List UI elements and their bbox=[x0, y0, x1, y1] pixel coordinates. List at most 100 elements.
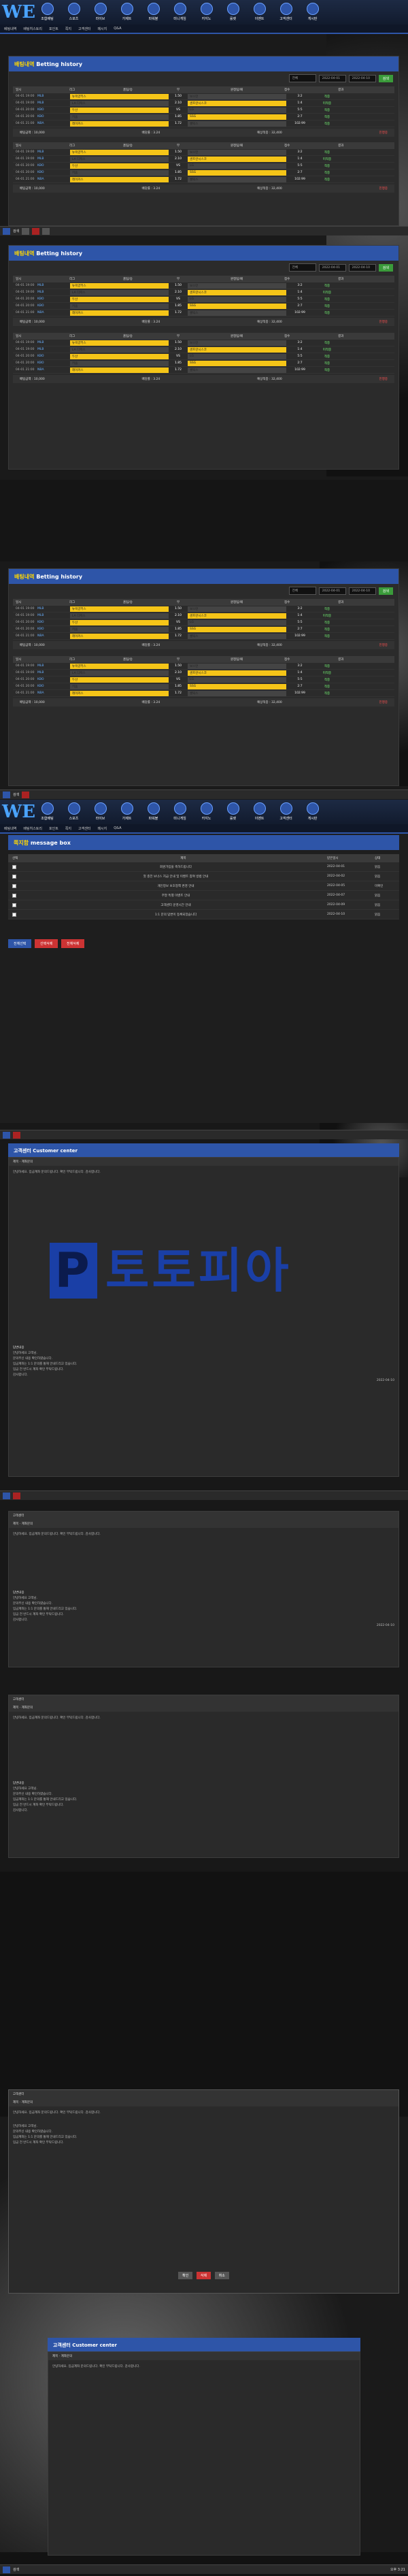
bet-cell-away[interactable]: 샌프란시스코 bbox=[188, 670, 286, 676]
folder-icon[interactable] bbox=[42, 227, 50, 235]
nav-item[interactable]: 룰렛 bbox=[220, 801, 246, 821]
bet-cell-away[interactable]: 샌프란시스코 bbox=[188, 100, 286, 106]
bet-cell-home[interactable]: 뉴욕양키스 bbox=[70, 93, 169, 99]
bet-cell-away[interactable]: SSG bbox=[188, 626, 286, 632]
message-checkbox[interactable] bbox=[12, 864, 16, 869]
bet-cell-home[interactable]: LA 다저스 bbox=[70, 346, 169, 353]
nav-item[interactable]: 카지노 bbox=[193, 801, 220, 821]
windows-icon[interactable] bbox=[3, 791, 10, 798]
message-subject[interactable]: 회원가입을 축하드립니다 bbox=[24, 865, 327, 869]
bet-cell-home[interactable]: 뉴욕양키스 bbox=[70, 606, 169, 612]
nav-item[interactable]: 조합배팅 bbox=[34, 801, 61, 821]
bet-cell-away[interactable]: SSG bbox=[188, 360, 286, 366]
bet-cell-away[interactable]: 셀틱스 bbox=[188, 633, 286, 639]
sub-nav-link[interactable]: 배팅히스토리 bbox=[23, 27, 42, 31]
browser-icon[interactable] bbox=[13, 1131, 20, 1139]
bet-cell-home[interactable]: 두산 bbox=[70, 163, 169, 169]
sub-nav-link[interactable]: 베팅내역 bbox=[4, 27, 16, 31]
message-subject[interactable]: 1:1 문의 답변이 등록되었습니다 bbox=[24, 913, 327, 917]
bet-cell-home[interactable]: LA 다저스 bbox=[70, 100, 169, 106]
bet-cell-away[interactable]: 보스턴 bbox=[188, 149, 286, 155]
bet-cell-home[interactable]: 레이커스 bbox=[70, 367, 169, 373]
date-to-input[interactable]: 2022-04-10 bbox=[348, 74, 376, 82]
search-button[interactable]: 검색 bbox=[378, 587, 393, 595]
browser-icon[interactable] bbox=[32, 227, 40, 235]
bet-cell-away[interactable]: SSG bbox=[188, 683, 286, 689]
date-to-input[interactable]: 2022-04-10 bbox=[348, 587, 376, 595]
nav-item[interactable]: 이벤트 bbox=[246, 801, 273, 821]
bet-cell-home[interactable]: 키움 bbox=[70, 114, 169, 120]
bet-cell-home[interactable]: 키움 bbox=[70, 360, 169, 366]
bet-cell-away[interactable]: 보스턴 bbox=[188, 340, 286, 346]
filter-select[interactable]: 전체 bbox=[288, 74, 316, 82]
bet-cell-home[interactable]: 뉴욕양키스 bbox=[70, 149, 169, 155]
message-row[interactable]: 고객센터 운영시간 안내 2022-04-09 읽음 bbox=[8, 900, 399, 910]
bet-cell-away[interactable]: 셀틱스 bbox=[188, 310, 286, 316]
bet-cell-home[interactable]: 키움 bbox=[70, 303, 169, 309]
message-subject[interactable]: 고객센터 운영시간 안내 bbox=[24, 903, 327, 907]
bet-cell-away[interactable]: LG bbox=[188, 296, 286, 302]
bet-cell-home[interactable]: 두산 bbox=[70, 676, 169, 683]
bet-cell-home[interactable]: LA 다저스 bbox=[70, 289, 169, 295]
filter-select[interactable]: 전체 bbox=[288, 587, 316, 595]
bet-cell-home[interactable]: 두산 bbox=[70, 107, 169, 113]
message-checkbox[interactable] bbox=[12, 902, 16, 907]
bet-cell-away[interactable]: 보스턴 bbox=[188, 606, 286, 612]
confirm-button[interactable]: 확인 bbox=[178, 2272, 193, 2279]
bet-cell-away[interactable]: 셀틱스 bbox=[188, 176, 286, 182]
bet-cell-home[interactable]: 두산 bbox=[70, 353, 169, 359]
bet-cell-home[interactable]: 레이커스 bbox=[70, 176, 169, 182]
site-logo[interactable]: WE bbox=[2, 802, 35, 822]
message-row[interactable]: 개인정보 보호정책 변경 안내 2022-04-05 미확인 bbox=[8, 881, 399, 891]
bet-cell-home[interactable]: LA 다저스 bbox=[70, 670, 169, 676]
nav-item[interactable]: 고객센터 bbox=[273, 1, 299, 21]
windows-icon[interactable] bbox=[3, 1492, 10, 1499]
filter-select[interactable]: 전체 bbox=[288, 263, 316, 272]
message-checkbox[interactable] bbox=[12, 874, 16, 879]
sub-nav-link[interactable]: 쪽지 bbox=[65, 826, 71, 831]
nav-item[interactable]: 이벤트 bbox=[246, 1, 273, 21]
nav-item[interactable]: 가제트 bbox=[114, 1, 140, 21]
bet-cell-home[interactable]: LA 다저스 bbox=[70, 613, 169, 619]
bet-cell-home[interactable]: 두산 bbox=[70, 296, 169, 302]
nav-item[interactable]: 고객센터 bbox=[273, 801, 299, 821]
bet-cell-home[interactable]: 레이커스 bbox=[70, 120, 169, 127]
bet-cell-away[interactable]: 샌프란시스코 bbox=[188, 613, 286, 619]
nav-item[interactable]: 카지노 bbox=[193, 1, 220, 21]
message-checkbox[interactable] bbox=[12, 893, 16, 898]
bet-cell-home[interactable]: 키움 bbox=[70, 626, 169, 632]
bet-cell-away[interactable]: 샌프란시스코 bbox=[188, 289, 286, 295]
date-to-input[interactable]: 2022-04-10 bbox=[348, 263, 376, 272]
bet-cell-home[interactable]: 키움 bbox=[70, 169, 169, 176]
bet-cell-away[interactable]: 보스턴 bbox=[188, 663, 286, 669]
bet-cell-away[interactable]: 보스턴 bbox=[188, 282, 286, 289]
taskbar-search[interactable]: 검색 bbox=[13, 2567, 19, 2572]
sub-nav-link[interactable]: 배팅히스토리 bbox=[23, 826, 42, 831]
bet-cell-away[interactable]: 셀틱스 bbox=[188, 367, 286, 373]
bet-cell-home[interactable]: 뉴욕양키스 bbox=[70, 282, 169, 289]
windows-icon[interactable] bbox=[3, 2566, 10, 2573]
sub-nav-link[interactable]: 쪽지 bbox=[65, 27, 71, 31]
nav-item[interactable]: 룰렛 bbox=[220, 1, 246, 21]
delete-selected-button[interactable]: 선택삭제 bbox=[35, 939, 58, 948]
date-from-input[interactable]: 2022-04-01 bbox=[318, 587, 346, 595]
bet-cell-away[interactable]: LG bbox=[188, 676, 286, 683]
nav-item[interactable]: 게시판 bbox=[299, 1, 326, 21]
browser-icon[interactable] bbox=[22, 791, 30, 798]
sub-nav-link[interactable]: Q&A bbox=[114, 27, 121, 31]
windows-icon[interactable] bbox=[3, 227, 10, 235]
bet-cell-home[interactable]: 두산 bbox=[70, 619, 169, 625]
nav-item[interactable]: 파워볼 bbox=[140, 801, 167, 821]
message-checkbox[interactable] bbox=[12, 912, 16, 917]
sub-nav-link[interactable]: 고객센터 bbox=[78, 27, 90, 31]
sub-nav-link[interactable]: 포인트 bbox=[49, 826, 58, 831]
sub-nav-link[interactable]: 베팅내역 bbox=[4, 826, 16, 831]
nav-item[interactable]: 가제트 bbox=[114, 801, 140, 821]
windows-icon[interactable] bbox=[3, 1131, 10, 1139]
message-row[interactable]: 첫 충전 보너스 지급 안내 및 이벤트 참여 방법 안내 2022-04-02 읽… bbox=[8, 872, 399, 881]
bet-cell-away[interactable]: SSG bbox=[188, 114, 286, 120]
search-button[interactable]: 검색 bbox=[378, 263, 393, 272]
sub-nav-link[interactable]: Q&A bbox=[114, 826, 121, 830]
taskbar-search[interactable]: 검색 bbox=[13, 792, 19, 797]
bet-cell-away[interactable]: LG bbox=[188, 163, 286, 169]
